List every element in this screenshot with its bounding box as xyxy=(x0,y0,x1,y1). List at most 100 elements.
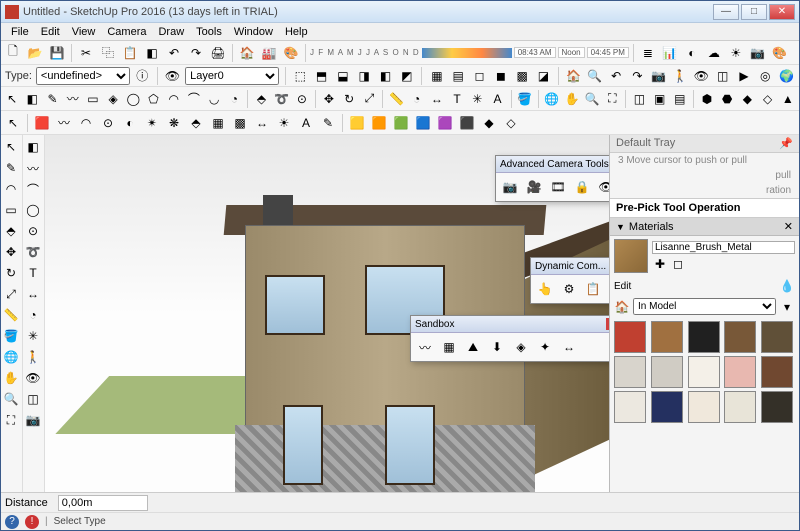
print-icon[interactable]: 🖨 xyxy=(208,43,228,63)
plugin8-icon[interactable]: ⬘ xyxy=(186,113,206,133)
zoom2-icon[interactable]: 🔍 xyxy=(583,89,601,109)
type-select[interactable]: <undefined> xyxy=(36,67,130,85)
plugin22-icon[interactable]: ◇ xyxy=(501,113,521,133)
cam-tool4-icon[interactable]: 🔒 xyxy=(571,176,593,198)
minimize-button[interactable]: — xyxy=(713,4,739,20)
menu-tools[interactable]: Tools xyxy=(190,24,228,40)
menu-help[interactable]: Help xyxy=(279,24,314,40)
lt2-dims-icon[interactable]: ↔ xyxy=(23,284,43,304)
shadow-icon[interactable]: ◐ xyxy=(682,43,702,63)
lt2-walk-icon[interactable]: 🚶 xyxy=(23,347,43,367)
menu-file[interactable]: File xyxy=(5,24,35,40)
plugin18-icon[interactable]: 🟦 xyxy=(413,113,433,133)
lt-rotate-icon[interactable]: ↻ xyxy=(1,263,21,283)
plugin3-icon[interactable]: ◠ xyxy=(76,113,96,133)
eyedropper-icon[interactable]: 💧 xyxy=(779,278,795,294)
plugin21-icon[interactable]: ◆ xyxy=(479,113,499,133)
material-swatch[interactable] xyxy=(651,356,683,388)
text-icon[interactable]: T xyxy=(448,89,466,109)
solid2-icon[interactable]: ⬣ xyxy=(718,89,736,109)
outliner-icon[interactable]: 📊 xyxy=(660,43,680,63)
plugin7-icon[interactable]: ❋ xyxy=(164,113,184,133)
plugin14-icon[interactable]: ✎ xyxy=(318,113,338,133)
home-view-icon[interactable]: 🏠 xyxy=(565,66,582,86)
close-button[interactable]: ✕ xyxy=(769,4,795,20)
hidden-icon[interactable]: ◻ xyxy=(471,66,488,86)
sand-drape-icon[interactable]: ◈ xyxy=(510,336,532,358)
dyn-tool3-icon[interactable]: 📋 xyxy=(582,278,604,300)
plugin10-icon[interactable]: ▩ xyxy=(230,113,250,133)
lt-zoomext-icon[interactable]: ⛶ xyxy=(1,410,21,430)
look-icon[interactable]: 👁 xyxy=(693,66,710,86)
paint-icon[interactable]: 🪣 xyxy=(516,89,534,109)
lt2-look-icon[interactable]: 👁 xyxy=(23,368,43,388)
paste-icon[interactable]: 📋 xyxy=(120,43,140,63)
material-swatch[interactable] xyxy=(724,356,756,388)
material-swatch[interactable] xyxy=(688,391,720,423)
material-swatch[interactable] xyxy=(761,321,793,353)
sectioncut-icon[interactable]: ▤ xyxy=(671,89,689,109)
tape-icon[interactable]: 📏 xyxy=(387,89,405,109)
distance-input[interactable] xyxy=(58,495,148,511)
panel-sandbox[interactable]: Sandbox ✕ 〰 ▦ ⛰ ⬇ ◈ ✦ ↔ xyxy=(410,315,625,362)
sand-stamp-icon[interactable]: ⬇ xyxy=(486,336,508,358)
3dtext-icon[interactable]: A xyxy=(488,89,506,109)
plugin19-icon[interactable]: 🟪 xyxy=(435,113,455,133)
material-swatch[interactable] xyxy=(724,321,756,353)
match-icon[interactable]: ◎ xyxy=(757,66,774,86)
material-swatch[interactable] xyxy=(761,391,793,423)
front-icon[interactable]: ⬓ xyxy=(334,66,351,86)
eraser-icon[interactable]: ◧ xyxy=(142,43,162,63)
lt-select-icon[interactable]: ↖ xyxy=(1,137,21,157)
shadow-time-slider[interactable] xyxy=(422,48,512,58)
materials-header[interactable]: ▼ Materials ✕ xyxy=(610,218,799,236)
section-icon[interactable]: ◫ xyxy=(630,89,648,109)
wire-icon[interactable]: ▤ xyxy=(450,66,467,86)
material-swatch[interactable] xyxy=(614,321,646,353)
fog-icon[interactable]: ☁ xyxy=(704,43,724,63)
lt2-circle-icon[interactable]: ◯ xyxy=(23,200,43,220)
material-scope-select[interactable]: In Model xyxy=(633,298,776,315)
rotrect-icon[interactable]: ◈ xyxy=(104,89,122,109)
copy-icon[interactable]: ⿻ xyxy=(98,43,118,63)
lt-push-icon[interactable]: ⬘ xyxy=(1,221,21,241)
geo-icon[interactable]: 🌍 xyxy=(778,66,795,86)
shade-icon[interactable]: ◼ xyxy=(492,66,509,86)
edit-tab[interactable]: Edit xyxy=(614,281,631,292)
menu-camera[interactable]: Camera xyxy=(101,24,152,40)
lt-rect-icon[interactable]: ▭ xyxy=(1,200,21,220)
menu-view[interactable]: View xyxy=(66,24,102,40)
lt-line-icon[interactable]: ✎ xyxy=(1,158,21,178)
lt-move-icon[interactable]: ✥ xyxy=(1,242,21,262)
arc-icon[interactable]: ◠ xyxy=(165,89,183,109)
material-swatch[interactable] xyxy=(688,321,720,353)
poly-icon[interactable]: ⬠ xyxy=(144,89,162,109)
pan-icon[interactable]: ✋ xyxy=(563,89,581,109)
plugin9-icon[interactable]: ▦ xyxy=(208,113,228,133)
cam-tool1-icon[interactable]: 📷 xyxy=(499,176,521,198)
plugin20-icon[interactable]: ⬛ xyxy=(457,113,477,133)
arc3-icon[interactable]: ◡ xyxy=(205,89,223,109)
create-material-icon[interactable]: ✚ xyxy=(652,256,668,272)
layer-select[interactable]: Layer0 xyxy=(185,67,279,85)
solid4-icon[interactable]: ◇ xyxy=(758,89,776,109)
lt-pan-icon[interactable]: ✋ xyxy=(1,368,21,388)
lt2-follow-icon[interactable]: ➰ xyxy=(23,242,43,262)
material-swatch[interactable] xyxy=(688,356,720,388)
dims-icon[interactable]: ↔ xyxy=(428,89,446,109)
iso-icon[interactable]: ⬚ xyxy=(292,66,309,86)
plugin13-icon[interactable]: A xyxy=(296,113,316,133)
lt-arc-icon[interactable]: ◠ xyxy=(1,179,21,199)
select2-icon[interactable]: ↖ xyxy=(3,113,23,133)
undo-icon[interactable]: ↶ xyxy=(164,43,184,63)
help-icon[interactable]: ? xyxy=(5,515,19,529)
plugin5-icon[interactable]: ◐ xyxy=(120,113,140,133)
layer-visible-icon[interactable]: 👁 xyxy=(164,66,181,86)
select-icon[interactable]: ↖ xyxy=(3,89,21,109)
rect-icon[interactable]: ▭ xyxy=(84,89,102,109)
lt2-freehand-icon[interactable]: 〰 xyxy=(23,158,43,178)
lt2-arc2-icon[interactable]: ⌒ xyxy=(23,179,43,199)
materials-close-icon[interactable]: ✕ xyxy=(784,220,793,233)
solid5-icon[interactable]: ▲ xyxy=(779,89,797,109)
layers-icon[interactable]: ≣ xyxy=(638,43,658,63)
